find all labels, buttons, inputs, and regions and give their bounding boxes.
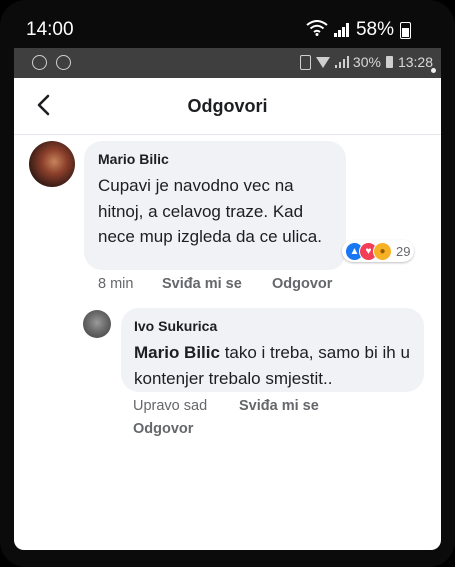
reply-time: Upravo sad (133, 398, 208, 414)
status-right: 58% (306, 19, 411, 41)
reply-author[interactable]: Ivo Sukurica (134, 318, 217, 334)
wifi-icon (306, 20, 328, 40)
reply-button[interactable]: Odgovor (272, 276, 332, 292)
whatsapp-icon (32, 55, 47, 70)
mention-link[interactable]: Mario Bilic (134, 343, 220, 362)
wifi-icon (315, 56, 330, 68)
inner-status-bar: 30% 13:28 (14, 48, 441, 78)
battery-icon (385, 56, 393, 68)
inner-status-time: 13:28 (397, 54, 433, 70)
battery-percent: 58% (355, 19, 394, 40)
inner-status-right: 30% 13:28 (299, 54, 433, 70)
notification-icon (56, 55, 71, 70)
reply-button[interactable]: Odgovor (133, 421, 193, 437)
header: Odgovori (14, 78, 441, 135)
avatar[interactable] (83, 310, 111, 338)
reactions-summary[interactable]: ▲ ♥ ● 29 (342, 240, 415, 262)
care-reaction-icon: ● (373, 241, 392, 261)
comment-author[interactable]: Mario Bilic (98, 151, 169, 167)
status-bar: 14:00 58% (0, 0, 455, 44)
phone-frame: 14:00 58% 30% 13:28 Odgovori Mario Bilic… (0, 0, 455, 567)
avatar[interactable] (29, 141, 75, 187)
signal-icon (334, 56, 349, 68)
like-button[interactable]: Sviđa mi se (239, 398, 319, 414)
reply-bubble[interactable]: Ivo Sukurica Mario Bilic tako i treba, s… (121, 308, 424, 392)
page-title: Odgovori (187, 96, 268, 116)
notification-icons (32, 55, 71, 70)
reaction-count: 29 (396, 243, 411, 259)
reply-text-block: Mario Bilic tako i treba, samo bi ih u k… (134, 340, 419, 391)
vibrate-icon (299, 54, 311, 70)
comment-bubble[interactable]: Mario Bilic Cupavi je navodno vec na hit… (84, 141, 346, 270)
signal-icon (333, 23, 350, 37)
comment-time: 8 min (98, 276, 134, 292)
battery-icon (400, 21, 411, 39)
like-button[interactable]: Sviđa mi se (162, 276, 242, 292)
status-time: 14:00 (26, 19, 74, 40)
comment-text: Cupavi je navodno vec na hitnoj, a celav… (98, 176, 322, 246)
inner-signal-percent: 30% (352, 54, 381, 70)
replies-page: Odgovori Mario Bilic Cupavi je navodno v… (14, 78, 441, 550)
